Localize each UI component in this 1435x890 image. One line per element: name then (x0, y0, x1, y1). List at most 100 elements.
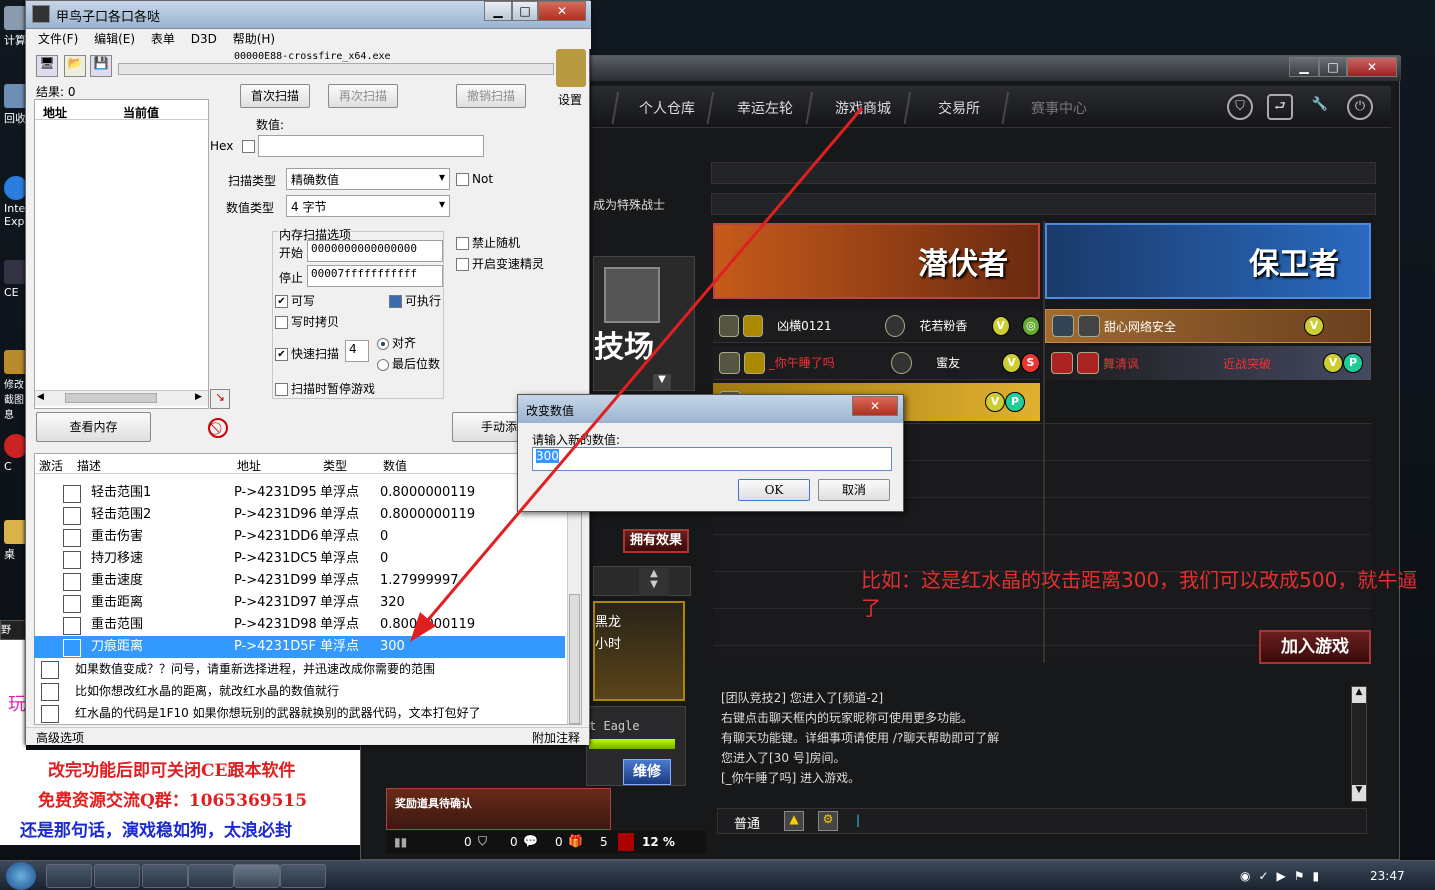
chat-input-bar[interactable]: 普通 ▲ ⚙ | (717, 808, 1367, 834)
maximize-icon[interactable]: □ (512, 1, 538, 21)
wrench-icon[interactable]: 🔧 (1307, 94, 1333, 120)
hex-checkbox[interactable] (242, 140, 255, 153)
cancel-button[interactable]: 取消 (818, 479, 890, 501)
power-icon[interactable]: ⏻ (1347, 94, 1373, 120)
repair-button[interactable]: 维修 (623, 759, 671, 785)
stop-icon[interactable]: ⃠ (208, 418, 228, 438)
fast-scan-input[interactable]: 4 (345, 340, 369, 362)
cheat-table-row[interactable]: 刀痕距离 P->4231D5F 单浮点 300 (34, 636, 565, 658)
cheat-table-row[interactable]: 重击距离 P->4231D97 单浮点 320 (34, 592, 565, 614)
scroll-down-icon[interactable]: ▼ (1352, 785, 1366, 801)
player-row[interactable]: 甜心网络安全 V (1045, 309, 1371, 343)
scroll-right-icon[interactable]: ▶ (195, 392, 202, 402)
taskbar-window-icon[interactable] (188, 864, 234, 888)
found-list[interactable]: 地址 当前值 ◀ ▶ (34, 99, 209, 409)
reward-popup[interactable]: 奖励道具待确认 (386, 788, 611, 830)
advanced-options[interactable]: 高级选项 (36, 729, 84, 746)
value-type-select[interactable]: 4 字节 (286, 195, 450, 217)
nav-lucky-revolver[interactable]: 幸运左轮 (737, 98, 793, 118)
align-option[interactable]: 对齐 (377, 334, 416, 351)
scroll-thumb[interactable] (569, 594, 580, 724)
chat-scrollbar[interactable]: ▲ ▼ (1351, 686, 1367, 802)
menu-file[interactable]: 文件(F) (38, 32, 78, 46)
new-value-input[interactable]: 300 (532, 447, 892, 471)
taskbar-tool-icon[interactable] (280, 864, 326, 888)
exit-room-icon[interactable]: ⮐ (1267, 94, 1293, 120)
active-checkbox[interactable] (63, 617, 81, 635)
taskbar-crossfire-icon[interactable] (142, 864, 188, 888)
writable-checkbox[interactable]: ✔ (275, 295, 288, 308)
scroll-left-icon[interactable]: ◀ (37, 392, 44, 402)
undo-scan-button[interactable]: 撤销扫描 (456, 84, 526, 108)
speedhack-checkbox[interactable] (456, 258, 469, 271)
nav-exchange[interactable]: 交易所 (938, 98, 980, 118)
first-scan-button[interactable]: 首次扫描 (240, 84, 310, 108)
last-digit-radio[interactable] (377, 358, 389, 371)
clock[interactable]: 23:47 (1370, 869, 1405, 883)
pause-game-checkbox[interactable] (275, 383, 288, 396)
active-checkbox[interactable] (63, 529, 81, 547)
save-icon[interactable]: 💾 (90, 55, 112, 77)
no-random-option[interactable]: 禁止随机 (456, 234, 520, 251)
open-file-icon[interactable]: 📂 (64, 55, 86, 77)
menu-edit[interactable]: 编辑(E) (94, 32, 135, 46)
active-checkbox[interactable] (41, 683, 59, 701)
taskbar-notepad-icon[interactable] (94, 864, 140, 888)
no-random-checkbox[interactable] (456, 237, 469, 250)
dropdown-arrow-icon[interactable]: ▼ (653, 374, 671, 390)
cheat-table-note[interactable]: 比如你想改红水晶的距离，就改红水晶的数值就行 (34, 680, 565, 702)
pointer-arrow-icon[interactable]: ↘ (210, 389, 230, 409)
col-current-value[interactable]: 当前值 (123, 104, 159, 121)
speedhack-option[interactable]: 开启变速精灵 (456, 255, 544, 272)
cheat-table-row[interactable]: 重击速度 P->4231D99 单浮点 1.27999997 (34, 570, 565, 592)
tray-icons[interactable]: ◉✓▶⚑▮ (1240, 869, 1327, 883)
maximize-icon[interactable]: □ (1319, 57, 1347, 77)
cheat-table-row[interactable]: 重击范围 P->4231D98 单浮点 0.8000000119 (34, 614, 565, 636)
close-icon[interactable]: ✕ (538, 1, 586, 21)
col-address[interactable]: 地址 (237, 457, 261, 474)
scan-type-select[interactable]: 精确数值 (286, 168, 450, 190)
close-icon[interactable]: ✕ (852, 396, 898, 416)
writable-option[interactable]: ✔ 可写 (275, 292, 315, 309)
executable-option[interactable]: 可执行 (389, 292, 441, 309)
col-type[interactable]: 类型 (323, 457, 347, 474)
cheat-table-row[interactable]: 持刀移速 P->4231DC5 单浮点 0 (34, 548, 565, 570)
start-address-input[interactable]: 0000000000000000 (307, 240, 443, 262)
col-active[interactable]: 激活 (39, 457, 63, 474)
last-digit-option[interactable]: 最后位数 (377, 355, 440, 372)
active-checkbox[interactable] (63, 485, 81, 503)
taskbar-explorer-icon[interactable] (46, 864, 92, 888)
not-checkbox[interactable] (456, 173, 469, 186)
scroll-up-icon[interactable]: ▲ (1352, 687, 1366, 703)
col-address[interactable]: 地址 (43, 104, 67, 121)
effect-button[interactable]: 拥有效果 (623, 529, 689, 553)
cheat-table-row[interactable]: 轻击范围1 P->4231D95 单浮点 0.8000000119 (34, 482, 565, 504)
cheat-table-row[interactable]: 重击伤害 P->4231DD6 单浮点 0 (34, 526, 565, 548)
copy-on-write-checkbox[interactable] (275, 316, 288, 329)
ok-button[interactable]: OK (738, 479, 810, 501)
fast-scan-option[interactable]: ✔ 快速扫描 (275, 345, 339, 362)
weapon-card[interactable]: 黑龙 小时 (593, 601, 685, 701)
active-checkbox[interactable] (63, 573, 81, 591)
cheat-table-row[interactable]: 轻击范围2 P->4231D96 单浮点 0.8000000119 (34, 504, 565, 526)
view-memory-button[interactable]: 查看内存 (36, 412, 151, 442)
nav-shop[interactable]: 游戏商城 (835, 98, 891, 118)
copy-on-write-option[interactable]: 写时拷贝 (275, 313, 339, 330)
col-value[interactable]: 数值 (383, 457, 407, 474)
chat-log[interactable]: [团队竞技2] 您进入了[频道-2] 右键点击聊天框内的玩家昵称可使用更多功能。… (717, 686, 1357, 806)
menu-table[interactable]: 表单 (151, 32, 175, 46)
taskbar-ce-icon[interactable] (234, 864, 280, 888)
settings-gear-icon[interactable]: ⚙ (818, 811, 838, 831)
align-radio[interactable] (377, 337, 389, 350)
menu-help[interactable]: 帮助(H) (233, 32, 275, 46)
player-row[interactable]: 凶横0121 花若粉香 V ◎ (713, 309, 1041, 343)
attach-comment[interactable]: 附加注释 (532, 729, 580, 746)
active-checkbox[interactable] (41, 705, 59, 723)
not-option[interactable]: Not (456, 172, 493, 186)
cheat-table-note[interactable]: 如果数值变成？？问号，请重新选择进程，并迅速改成你需要的范围 (34, 658, 565, 680)
scroll-arrows-icon[interactable]: ▲ ▼ (639, 568, 669, 596)
minimize-icon[interactable]: ▁ (1289, 57, 1319, 77)
cheat-table-note[interactable]: 红水晶的代码是1F10 如果你想玩别的武器就换别的武器代码，文本打包好了 (34, 702, 565, 724)
active-checkbox[interactable] (63, 507, 81, 525)
start-button-icon[interactable] (6, 862, 36, 890)
